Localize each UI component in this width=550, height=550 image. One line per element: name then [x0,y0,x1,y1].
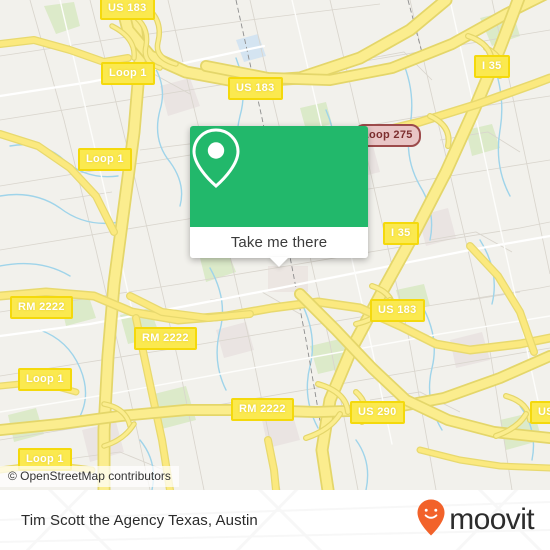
take-me-there-button[interactable]: Take me there [190,227,368,267]
map-attribution[interactable]: © OpenStreetMap contributors [0,466,179,487]
road-label: US 183 [228,77,283,100]
road-label: RM 2222 [10,296,73,319]
road-label: US 290 [350,401,405,424]
footer-bar: Tim Scott the Agency Texas, Austin moovi… [0,490,550,550]
road-label: Loop 1 [18,368,72,391]
road-label: US 183 [100,0,155,20]
take-me-there-label: Take me there [230,234,328,251]
road-label: RM 2222 [134,327,197,350]
moovit-place-map-screen: .cas { fill:none; stroke:#e4d66a; stroke… [0,0,550,550]
moovit-pin-smiley-icon [416,498,446,543]
road-label: I 35 [474,55,510,78]
page-title: Tim Scott the Agency Texas, Austin [21,511,258,529]
road-label: US 183 [370,299,425,322]
road-label: I 35 [383,222,419,245]
popup-pin-area [190,126,368,227]
popup-tail-icon [269,257,289,267]
map-canvas[interactable]: .cas { fill:none; stroke:#e4d66a; stroke… [0,0,550,490]
road-label: US [530,401,550,424]
road-label: Loop 1 [78,148,132,171]
moovit-wordmark: moovit [449,503,534,536]
moovit-logo[interactable]: moovit [416,490,535,550]
place-popup-card[interactable]: Take me there [190,126,368,267]
road-label: RM 2222 [231,398,294,421]
road-label: Loop 1 [101,62,155,85]
